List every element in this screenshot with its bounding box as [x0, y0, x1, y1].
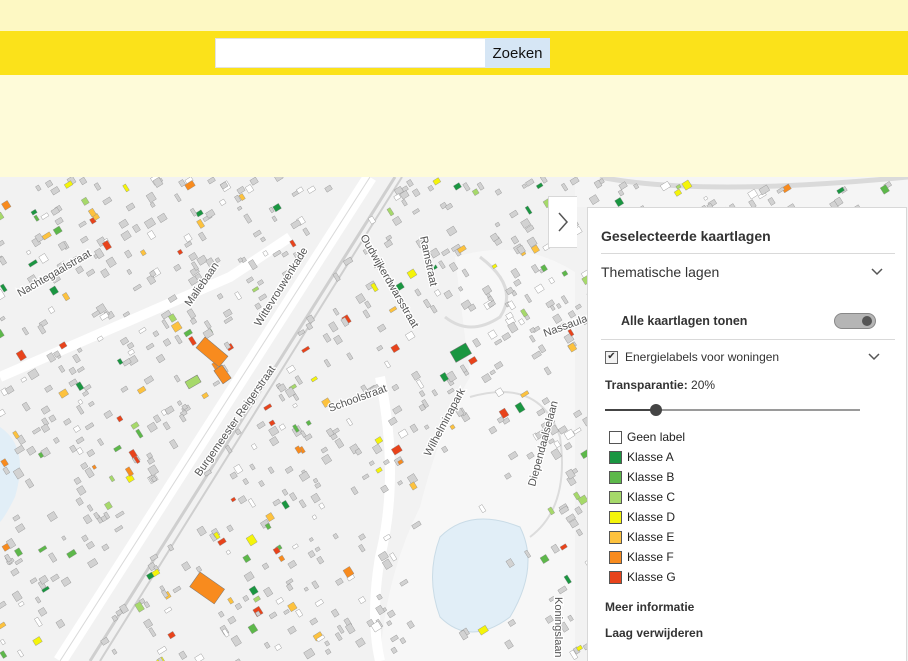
remove-layer-link[interactable]: Laag verwijderen [605, 626, 703, 640]
legend-swatch [609, 490, 622, 504]
legend-swatch [609, 550, 622, 564]
transparency-value: 20% [691, 378, 716, 392]
search-bar: Zoeken [0, 31, 908, 75]
section-title: Thematische lagen [601, 264, 720, 280]
legend-swatch [609, 430, 622, 444]
slider-thumb[interactable] [650, 404, 662, 416]
divider [601, 253, 895, 254]
legend-label: Klasse C [627, 490, 676, 504]
legend-item: Klasse C [609, 487, 685, 507]
legend-item: Klasse A [609, 447, 685, 467]
show-all-layers-row: Alle kaartlagen tonen [621, 310, 876, 332]
layer-energielabels: ✔ Energielabels voor woningen [605, 347, 880, 367]
blank-area [0, 75, 908, 177]
street-label: Koningslaan [552, 597, 564, 658]
chevron-right-icon [558, 212, 569, 232]
checkmark-icon: ✔ [607, 351, 616, 362]
thematic-layers-header[interactable]: Thematische lagen [601, 257, 883, 287]
search-input[interactable] [215, 38, 495, 68]
legend-item: Geen label [609, 427, 685, 447]
more-info-link[interactable]: Meer informatie [605, 600, 694, 614]
legend-swatch [609, 450, 622, 464]
layer-checkbox[interactable]: ✔ [605, 350, 618, 364]
legend-item: Klasse E [609, 527, 685, 547]
legend-label: Klasse G [627, 570, 676, 584]
legend-swatch [609, 470, 622, 484]
legend-swatch [609, 570, 622, 584]
legend-item: Klasse F [609, 547, 685, 567]
legend-label: Klasse F [627, 550, 674, 564]
divider [601, 339, 895, 340]
top-band [0, 0, 908, 31]
toggle-knob [862, 316, 872, 326]
energy-label-legend: Geen label Klasse A Klasse B Klasse C Klasse… [609, 427, 685, 587]
search-button[interactable]: Zoeken [485, 38, 550, 68]
chevron-down-icon [871, 268, 883, 276]
transparency-slider[interactable] [605, 403, 860, 417]
transparency-title: Transparantie: [605, 378, 688, 392]
legend-label: Klasse D [627, 510, 676, 524]
legend-swatch [609, 530, 622, 544]
transparency-label: Transparantie: 20% [605, 378, 715, 392]
legend-item: Klasse G [609, 567, 685, 587]
legend-label: Geen label [627, 430, 686, 444]
show-all-layers-label: Alle kaartlagen tonen [621, 314, 748, 328]
show-all-layers-toggle[interactable] [834, 313, 876, 329]
layers-panel: Geselecteerde kaartlagen Thematische lag… [587, 207, 907, 661]
slider-fill [605, 409, 656, 411]
legend-item: Klasse B [609, 467, 685, 487]
legend-item: Klasse D [609, 507, 685, 527]
panel-title: Geselecteerde kaartlagen [601, 228, 771, 244]
legend-label: Klasse A [627, 450, 674, 464]
chevron-down-icon[interactable] [868, 353, 880, 361]
panel-collapse-tab[interactable] [548, 196, 577, 248]
legend-label: Klasse E [627, 530, 675, 544]
legend-swatch [609, 510, 622, 524]
layer-name: Energielabels voor woningen [625, 350, 780, 364]
legend-label: Klasse B [627, 470, 675, 484]
